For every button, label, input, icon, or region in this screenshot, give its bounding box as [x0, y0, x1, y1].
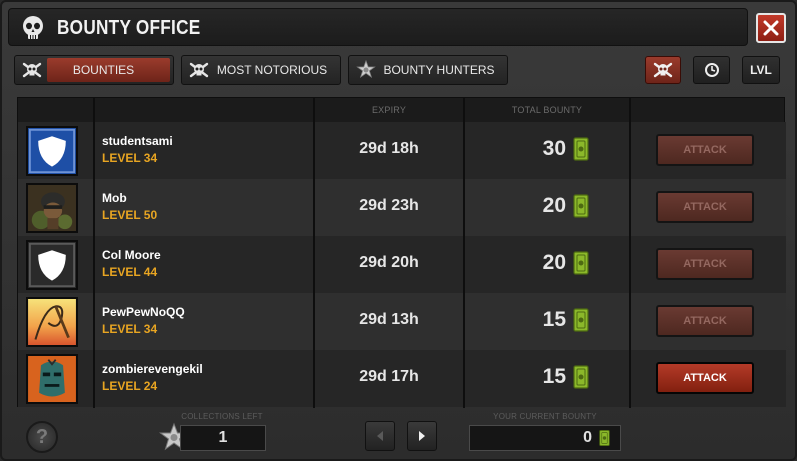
avatar — [26, 297, 78, 347]
help-button[interactable]: ? — [26, 421, 58, 453]
column-divider — [629, 293, 631, 350]
column-divider — [629, 179, 631, 236]
window-title: BOUNTY OFFICE — [57, 17, 201, 39]
expiry-time: 29d 18h — [359, 140, 419, 157]
current-bounty-label: YOUR CURRENT BOUNTY — [493, 412, 597, 421]
bounty-row: PewPewNoQQ LEVEL 34 29d 13h 15 ATTACK — [18, 293, 786, 350]
sort-by-level-button[interactable]: LVL — [742, 56, 780, 84]
title-bar: BOUNTY OFFICE — [8, 8, 748, 46]
column-divider — [93, 179, 95, 236]
cash-icon — [573, 251, 589, 275]
bounty-row: Col Moore LEVEL 44 29d 20h 20 ATTACK — [18, 236, 786, 293]
cash-icon — [599, 430, 610, 446]
expiry-time: 29d 23h — [359, 197, 419, 214]
skull-crossbones-icon — [184, 57, 214, 83]
bounty-amount: 15 — [542, 365, 566, 388]
tab-label: BOUNTIES — [47, 58, 170, 82]
shield-avatar-icon — [28, 128, 76, 174]
column-divider — [93, 293, 95, 350]
bounty-table: EXPIRY TOTAL BOUNTY studentsami LEVEL 34… — [17, 97, 786, 408]
player-name[interactable]: studentsami — [102, 134, 173, 148]
tab-most-notorious[interactable]: MOST NOTORIOUS — [181, 55, 341, 85]
bounty-amount: 20 — [542, 251, 566, 274]
skull-crossbones-icon — [653, 62, 673, 78]
cash-icon — [573, 137, 589, 161]
column-divider — [629, 350, 631, 407]
player-level: LEVEL 50 — [102, 208, 158, 222]
column-divider — [629, 122, 631, 179]
shield-avatar-icon — [28, 242, 76, 288]
expiry-header: EXPIRY — [371, 105, 407, 115]
player-name[interactable]: zombierevengekil — [102, 362, 203, 376]
column-divider — [629, 236, 631, 293]
tab-label: MOST NOTORIOUS — [216, 63, 328, 77]
bounty-amount: 20 — [542, 194, 566, 217]
soldier-portrait-icon — [28, 185, 76, 231]
sheriff-star-icon — [351, 57, 381, 83]
tab-bounties[interactable]: BOUNTIES — [14, 55, 174, 85]
next-page-button[interactable] — [407, 421, 437, 451]
cash-icon — [573, 365, 589, 389]
bounty-row: Mob LEVEL 50 29d 23h 20 ATTACK — [18, 179, 786, 236]
question-mark-icon: ? — [35, 425, 49, 448]
avatar — [26, 354, 78, 404]
close-button[interactable] — [756, 13, 786, 43]
whip-avatar-icon — [28, 299, 76, 345]
arrow-left-icon — [377, 431, 383, 441]
expiry-time: 29d 13h — [359, 311, 419, 328]
player-level: LEVEL 34 — [102, 322, 158, 336]
player-name[interactable]: Mob — [102, 191, 127, 205]
avatar — [26, 183, 78, 233]
collections-left-label: COLLECTIONS LEFT — [181, 412, 263, 421]
player-name[interactable]: Col Moore — [102, 248, 161, 262]
collections-left-value: 1 — [180, 425, 266, 451]
bounty-office-window: BOUNTY OFFICE BOUNTIES MOST NOTORIOUS BO… — [0, 0, 797, 461]
skull-crossbones-icon — [17, 57, 47, 83]
column-divider — [93, 236, 95, 293]
tab-label: BOUNTY HUNTERS — [383, 63, 495, 77]
zombie-avatar-icon — [28, 356, 76, 402]
column-divider — [93, 122, 95, 179]
column-divider — [93, 350, 95, 407]
attack-button[interactable]: ATTACK — [656, 362, 754, 394]
bounty-amount: 30 — [542, 137, 566, 160]
expiry-time: 29d 17h — [359, 368, 419, 385]
bounty-row: studentsami LEVEL 34 29d 18h 30 ATTACK — [18, 122, 786, 179]
tab-bounty-hunters[interactable]: BOUNTY HUNTERS — [348, 55, 508, 85]
sort-by-bounty-button[interactable] — [645, 56, 681, 84]
player-level: LEVEL 24 — [102, 379, 158, 393]
previous-page-button[interactable] — [365, 421, 395, 451]
expiry-time: 29d 20h — [359, 254, 419, 271]
player-name[interactable]: PewPewNoQQ — [102, 305, 185, 319]
cash-icon — [573, 194, 589, 218]
attack-button[interactable]: ATTACK — [656, 134, 754, 166]
bounty-amount: 15 — [542, 308, 566, 331]
bounty-row: zombierevengekil LEVEL 24 29d 17h 15 ATT… — [18, 350, 786, 407]
total-bounty-header: TOTAL BOUNTY — [511, 105, 583, 115]
close-icon — [763, 20, 779, 36]
player-level: LEVEL 44 — [102, 265, 158, 279]
avatar — [26, 126, 78, 176]
skull-icon — [23, 16, 43, 39]
attack-button[interactable]: ATTACK — [656, 305, 754, 337]
sort-by-expiry-button[interactable] — [693, 56, 730, 84]
avatar — [26, 240, 78, 290]
attack-button[interactable]: ATTACK — [656, 191, 754, 223]
clock-icon — [704, 63, 719, 77]
attack-button[interactable]: ATTACK — [656, 248, 754, 280]
player-level: LEVEL 34 — [102, 151, 158, 165]
arrow-right-icon — [419, 431, 425, 441]
cash-icon — [573, 308, 589, 332]
